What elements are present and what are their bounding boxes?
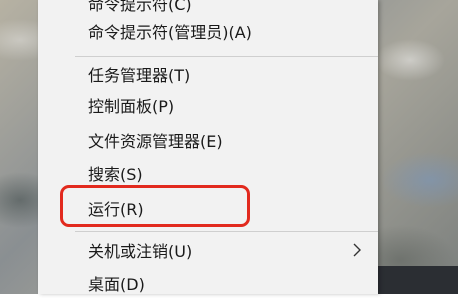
menu-item-search[interactable]: 搜索(S) (38, 158, 378, 188)
menu-item-label: 桌面(D) (88, 275, 145, 294)
menu-separator (75, 231, 378, 232)
menu-item-shutdown-signout[interactable]: 关机或注销(U) (38, 235, 378, 265)
menu-item-label: 任务管理器(T) (88, 66, 191, 85)
menu-item-file-explorer[interactable]: 文件资源管理器(E) (38, 125, 378, 155)
menu-item-label: 关机或注销(U) (88, 242, 193, 261)
menu-item-label: 命令提示符(管理员)(A) (88, 23, 252, 42)
menu-item-label: 文件资源管理器(E) (88, 132, 223, 151)
menu-item-task-manager[interactable]: 任务管理器(T) (38, 59, 378, 89)
menu-item-label: 控制面板(P) (88, 97, 175, 116)
taskbar (378, 266, 458, 294)
chevron-right-icon (353, 243, 361, 257)
menu-item-control-panel[interactable]: 控制面板(P) (38, 90, 378, 120)
winx-context-menu: 命令提示符(C) 命令提示符(管理员)(A) 任务管理器(T) 控制面板(P) … (38, 0, 378, 294)
menu-separator (75, 56, 378, 57)
highlight-annotation-box (60, 185, 250, 227)
menu-item-command-prompt-admin[interactable]: 命令提示符(管理员)(A) (38, 16, 378, 46)
menu-item-label: 命令提示符(C) (88, 0, 192, 14)
menu-item-label: 搜索(S) (88, 165, 143, 184)
